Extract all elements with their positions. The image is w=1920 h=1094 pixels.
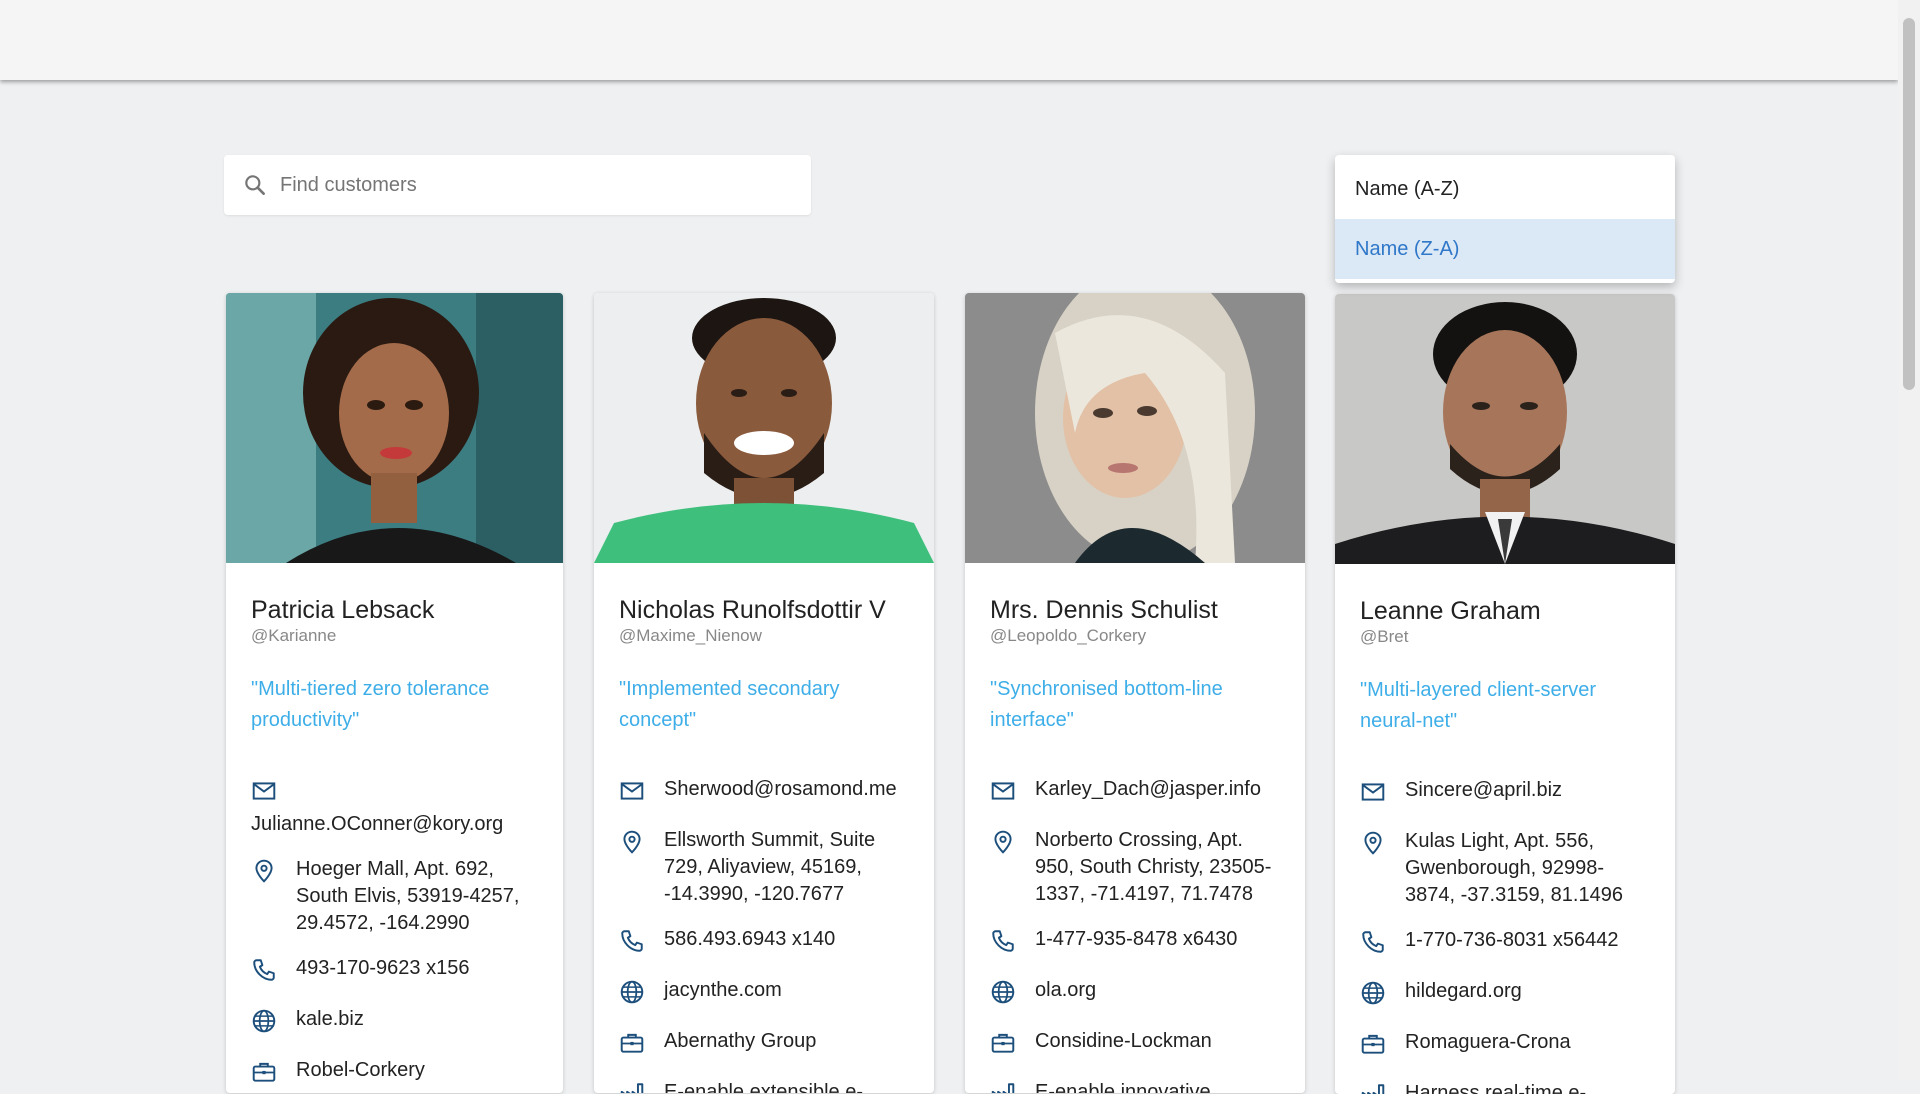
phone-icon bbox=[1360, 927, 1405, 960]
search-input[interactable] bbox=[278, 172, 802, 198]
customer-phone-text[interactable]: 493-170-9623 x156 bbox=[296, 955, 469, 982]
customer-phone-text[interactable]: 1-477-935-8478 x6430 bbox=[1035, 926, 1237, 953]
sort-dropdown-menu: Name (A-Z) Name (Z-A) bbox=[1335, 155, 1675, 283]
customer-company-text: Considine-Lockman bbox=[1035, 1030, 1212, 1052]
customer-website-text[interactable]: hildegard.org bbox=[1405, 978, 1522, 1005]
customer-username: @Bret bbox=[1360, 627, 1409, 646]
customer-company: Considine-Lockman bbox=[990, 1028, 1280, 1061]
customer-card[interactable]: Patricia Lebsack @Karianne "Multi-tiered… bbox=[226, 293, 563, 1093]
customer-phone: 1-477-935-8478 x6430 bbox=[990, 926, 1280, 959]
location-pin-icon bbox=[990, 827, 1035, 860]
customer-website-text[interactable]: jacynthe.com bbox=[664, 977, 782, 1004]
customer-photo bbox=[965, 293, 1305, 563]
globe-icon bbox=[251, 1006, 296, 1039]
customer-email: Sincere@april.biz bbox=[1360, 777, 1650, 810]
customer-website: kale.biz bbox=[251, 1006, 538, 1039]
phone-icon bbox=[990, 926, 1035, 959]
customer-email-text[interactable]: Sherwood@rosamond.me bbox=[664, 776, 897, 803]
factory-icon bbox=[1360, 1080, 1405, 1094]
customer-card[interactable]: Leanne Graham @Bret "Multi-layered clien… bbox=[1335, 294, 1675, 1094]
customer-address-text: Hoeger Mall, Apt. 692, South Elvis, 5391… bbox=[296, 858, 520, 934]
customer-email: Karley_Dach@jasper.info bbox=[990, 776, 1280, 809]
customer-website: hildegard.org bbox=[1360, 978, 1650, 1011]
customer-phone: 586.493.6943 x140 bbox=[619, 926, 909, 959]
customer-card[interactable]: Nicholas Runolfsdottir V @Maxime_Nienow … bbox=[594, 293, 934, 1093]
customer-address-text: Norberto Crossing, Apt. 950, South Chris… bbox=[1035, 829, 1272, 905]
customer-email-text[interactable]: Sincere@april.biz bbox=[1405, 777, 1562, 804]
sort-option-name-desc[interactable]: Name (Z-A) bbox=[1335, 219, 1675, 279]
customer-name: Nicholas Runolfsdottir V bbox=[619, 596, 886, 624]
customer-email: Sherwood@rosamond.me bbox=[619, 776, 909, 809]
customer-company: Abernathy Group bbox=[619, 1028, 909, 1061]
briefcase-icon bbox=[990, 1028, 1035, 1061]
customer-username: @Leopoldo_Corkery bbox=[990, 626, 1147, 645]
customer-phone: 493-170-9623 x156 bbox=[251, 955, 538, 988]
customer-name: Leanne Graham bbox=[1360, 597, 1541, 625]
customer-bs: E-enable extensible e- bbox=[619, 1079, 909, 1093]
customer-bs-text: Harness real-time e- bbox=[1405, 1082, 1587, 1094]
customer-phone-text[interactable]: 1-770-736-8031 x56442 bbox=[1405, 927, 1619, 954]
customer-photo bbox=[226, 293, 563, 563]
customer-bs: E-enable innovative bbox=[990, 1079, 1280, 1093]
briefcase-icon bbox=[619, 1028, 664, 1061]
customer-address-text: Ellsworth Summit, Suite 729, Aliyaview, … bbox=[664, 829, 876, 905]
customer-email: Julianne.OConner@kory.org bbox=[251, 776, 538, 838]
customer-phone: 1-770-736-8031 x56442 bbox=[1360, 927, 1650, 960]
globe-icon bbox=[1360, 978, 1405, 1011]
customer-company-text: Abernathy Group bbox=[664, 1030, 817, 1052]
mail-icon bbox=[251, 776, 296, 811]
customer-email-text[interactable]: Julianne.OConner@kory.org bbox=[251, 811, 538, 838]
customer-website-text[interactable]: kale.biz bbox=[296, 1006, 364, 1033]
customer-catchphrase: "Multi-tiered zero tolerance productivit… bbox=[251, 678, 490, 731]
customer-email-text[interactable]: Karley_Dach@jasper.info bbox=[1035, 776, 1261, 803]
customer-bs-text: E-enable innovative bbox=[1035, 1081, 1211, 1093]
location-pin-icon bbox=[251, 856, 296, 889]
customer-name: Mrs. Dennis Schulist bbox=[990, 596, 1218, 624]
customer-photo bbox=[1335, 294, 1675, 564]
customer-catchphrase: "Synchronised bottom-line interface" bbox=[990, 678, 1223, 731]
mail-icon bbox=[619, 776, 664, 809]
vertical-scrollbar[interactable] bbox=[1898, 0, 1920, 1080]
customer-address: Ellsworth Summit, Suite 729, Aliyaview, … bbox=[619, 827, 909, 908]
customer-name: Patricia Lebsack bbox=[251, 596, 435, 624]
customer-website: ola.org bbox=[990, 977, 1280, 1010]
customer-address-text: Kulas Light, Apt. 556, Gwenborough, 9299… bbox=[1405, 830, 1623, 906]
customer-bs-text: E-enable extensible e- bbox=[664, 1081, 864, 1093]
search-box[interactable] bbox=[224, 155, 811, 215]
globe-icon bbox=[619, 977, 664, 1010]
customer-address: Norberto Crossing, Apt. 950, South Chris… bbox=[990, 827, 1280, 908]
customer-card[interactable]: Mrs. Dennis Schulist @Leopoldo_Corkery "… bbox=[965, 293, 1305, 1093]
customer-address: Kulas Light, Apt. 556, Gwenborough, 9299… bbox=[1360, 828, 1650, 909]
briefcase-icon bbox=[1360, 1029, 1405, 1062]
customer-username: @Karianne bbox=[251, 626, 337, 645]
phone-icon bbox=[619, 926, 664, 959]
factory-icon bbox=[619, 1079, 664, 1093]
sort-option-name-asc[interactable]: Name (A-Z) bbox=[1335, 159, 1675, 219]
customer-address: Hoeger Mall, Apt. 692, South Elvis, 5391… bbox=[251, 856, 538, 937]
search-icon bbox=[245, 175, 265, 195]
app-bar bbox=[0, 0, 1898, 80]
briefcase-icon bbox=[251, 1057, 296, 1090]
customer-catchphrase: "Implemented secondary concept" bbox=[619, 678, 840, 731]
location-pin-icon bbox=[619, 827, 664, 860]
mail-icon bbox=[990, 776, 1035, 809]
customer-phone-text[interactable]: 586.493.6943 x140 bbox=[664, 926, 835, 953]
location-pin-icon bbox=[1360, 828, 1405, 861]
customer-username: @Maxime_Nienow bbox=[619, 626, 762, 645]
customer-bs: Harness real-time e- bbox=[1360, 1080, 1650, 1094]
customer-catchphrase: "Multi-layered client-server neural-net" bbox=[1360, 679, 1597, 732]
customer-website-text[interactable]: ola.org bbox=[1035, 977, 1096, 1004]
factory-icon bbox=[990, 1079, 1035, 1093]
scrollbar-thumb[interactable] bbox=[1903, 18, 1915, 390]
mail-icon bbox=[1360, 777, 1405, 810]
phone-icon bbox=[251, 955, 296, 988]
globe-icon bbox=[990, 977, 1035, 1010]
customer-website: jacynthe.com bbox=[619, 977, 909, 1010]
customer-company-text: Romaguera-Crona bbox=[1405, 1031, 1571, 1053]
customer-photo bbox=[594, 293, 934, 563]
customer-company: Robel-Corkery bbox=[251, 1057, 538, 1090]
customer-company: Romaguera-Crona bbox=[1360, 1029, 1650, 1062]
